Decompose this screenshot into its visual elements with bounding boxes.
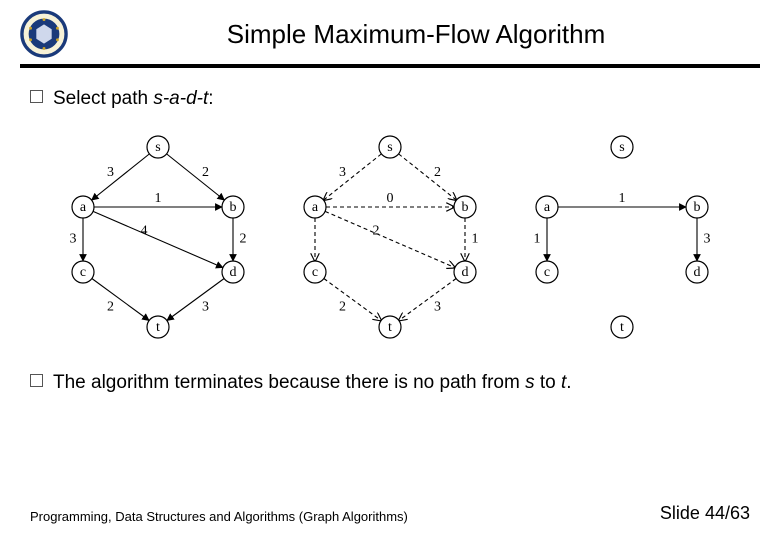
edge-s-a — [92, 154, 150, 200]
edge-weight-s-b: 2 — [434, 165, 441, 180]
node-label-a: a — [80, 200, 87, 215]
node-label-t: t — [388, 320, 392, 335]
edge-weight-b-d: 3 — [704, 231, 711, 246]
graph-svg-3: 1 1 3 s a b c d t — [512, 122, 732, 342]
bullet-square-icon — [30, 90, 43, 103]
edge-weight-a-b: 0 — [387, 191, 394, 206]
edge-weight-a-b: 1 — [155, 191, 162, 206]
path-name: s-a-d-t — [153, 88, 208, 109]
edge-d-t — [399, 278, 456, 320]
text: The algorithm terminates because there i… — [53, 372, 525, 393]
text: to — [535, 372, 561, 393]
bullet-square-icon — [30, 374, 43, 387]
node-label-d: d — [694, 265, 701, 280]
header: Simple Maximum-Flow Algorithm — [0, 0, 780, 64]
footer-left: Programming, Data Structures and Algorit… — [30, 509, 408, 524]
edge-weight-b-d: 2 — [240, 231, 247, 246]
bullet-2-text: The algorithm terminates because there i… — [53, 370, 572, 396]
node-label-d: d — [462, 265, 469, 280]
graphs-row: 3 2 1 3 4 2 2 3 s a b c d t 3 2 0 2 1 2 3 s a b c d t 1 1 3 s a b c d t — [48, 122, 732, 342]
edge-s-a — [324, 154, 382, 200]
slide-number: 44/63 — [705, 503, 750, 523]
edge-weight-s-a: 3 — [339, 165, 346, 180]
node-label-t: t — [620, 320, 624, 335]
edge-weight-c-t: 2 — [339, 299, 346, 314]
edge-weight-a-c: 1 — [534, 231, 541, 246]
footer: Programming, Data Structures and Algorit… — [30, 503, 750, 524]
node-label-a: a — [312, 200, 319, 215]
edge-c-t — [324, 278, 381, 320]
edge-weight-d-t: 3 — [434, 299, 441, 314]
node-s: s — [525, 372, 535, 393]
node-label-c: c — [544, 265, 550, 280]
emblem-logo — [20, 10, 68, 58]
node-label-b: b — [694, 200, 701, 215]
node-label-s: s — [155, 140, 160, 155]
edge-c-t — [92, 278, 149, 320]
edge-a-d — [325, 211, 455, 267]
edge-weight-d-t: 3 — [202, 299, 209, 314]
bullet-1: Select path s-a-d-t: — [30, 86, 750, 112]
text: : — [208, 88, 213, 109]
text: . — [566, 372, 571, 393]
node-label-s: s — [387, 140, 392, 155]
slide-label: Slide — [660, 503, 705, 523]
edge-weight-s-a: 3 — [107, 165, 114, 180]
edge-d-t — [167, 278, 224, 320]
edge-weight-c-t: 2 — [107, 299, 114, 314]
footer-right: Slide 44/63 — [660, 503, 750, 524]
text: Select path — [53, 88, 153, 109]
content: Select path s-a-d-t: 3 2 1 3 4 2 2 3 s a b c d t 3 2 0 2… — [0, 68, 780, 395]
node-label-b: b — [230, 200, 237, 215]
edge-weight-a-d: 4 — [141, 223, 148, 238]
node-label-d: d — [230, 265, 237, 280]
edge-s-b — [399, 154, 457, 200]
edge-weight-a-b: 1 — [619, 191, 626, 206]
node-label-s: s — [619, 140, 624, 155]
edge-weight-a-d: 2 — [373, 223, 380, 238]
node-label-b: b — [462, 200, 469, 215]
edge-s-b — [167, 154, 225, 200]
edge-weight-a-c: 3 — [70, 231, 77, 246]
bullet-2: The algorithm terminates because there i… — [30, 370, 750, 396]
edge-weight-b-d: 1 — [472, 231, 479, 246]
node-label-c: c — [80, 265, 86, 280]
edge-weight-s-b: 2 — [202, 165, 209, 180]
edge-a-d — [93, 211, 223, 267]
bullet-1-text: Select path s-a-d-t: — [53, 86, 214, 112]
node-label-t: t — [156, 320, 160, 335]
node-label-a: a — [544, 200, 551, 215]
graph-svg-2: 3 2 0 2 1 2 3 s a b c d t — [280, 122, 500, 342]
graph-svg-1: 3 2 1 3 4 2 2 3 s a b c d t — [48, 122, 268, 342]
node-label-c: c — [312, 265, 318, 280]
page-title: Simple Maximum-Flow Algorithm — [72, 19, 760, 50]
